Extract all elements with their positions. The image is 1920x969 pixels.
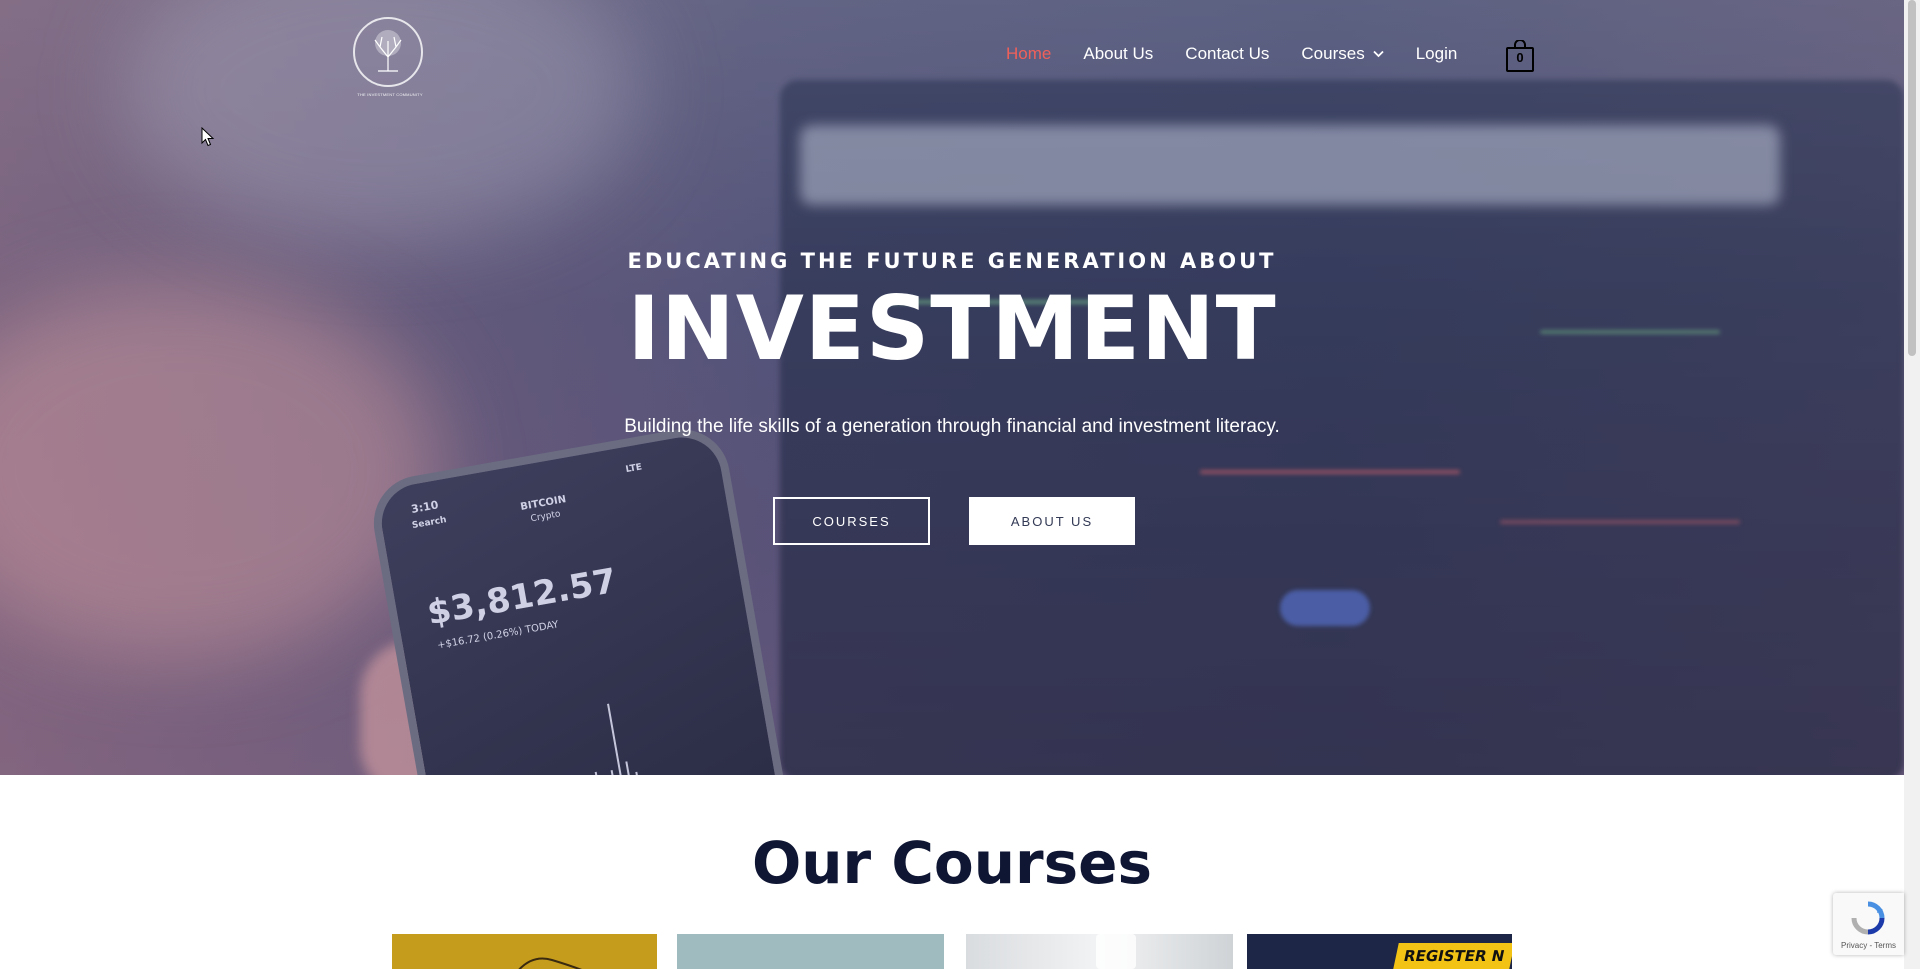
mouse-cursor-icon	[201, 127, 215, 147]
site-logo[interactable]	[353, 17, 423, 87]
nav-home[interactable]: Home	[1006, 44, 1051, 64]
courses-heading: Our Courses	[751, 829, 1153, 897]
phone-time: 3:10	[410, 498, 440, 516]
hero-chart-line	[1200, 470, 1460, 474]
hero-chart-line	[1500, 520, 1740, 524]
hero-phone-image: 3:10 Search LTE BITCOIN Crypto $3,812.57…	[366, 421, 794, 775]
about-us-button[interactable]: ABOUT US	[969, 497, 1135, 545]
recaptcha-links[interactable]: Privacy - Terms	[1833, 941, 1904, 950]
nav-about-us[interactable]: About Us	[1083, 44, 1153, 64]
tree-icon	[374, 30, 402, 72]
course-card-image	[1096, 934, 1136, 969]
hero-title: INVESTMENT	[627, 277, 1277, 380]
phone-back: Search	[411, 515, 448, 532]
page-scrollbar[interactable]	[1904, 0, 1920, 969]
scrollbar-thumb[interactable]	[1908, 0, 1916, 356]
course-card[interactable]	[966, 934, 1233, 969]
courses-button[interactable]: COURSES	[773, 497, 930, 545]
nav-courses[interactable]: Courses	[1301, 44, 1384, 64]
course-card[interactable]: REGISTER N	[1247, 934, 1512, 969]
hero-chart-blob	[1280, 590, 1370, 626]
hero-kicker: EDUCATING THE FUTURE GENERATION ABOUT	[627, 249, 1277, 273]
hero-section: 3:10 Search LTE BITCOIN Crypto $3,812.57…	[0, 0, 1904, 775]
logo-caption: THE INVESTMENT COMMUNITY	[357, 92, 423, 97]
cart-count: 0	[1516, 50, 1524, 65]
course-card-image	[518, 957, 583, 969]
recaptcha-badge[interactable]: Privacy - Terms	[1833, 893, 1904, 955]
phone-network: LTE	[624, 462, 643, 476]
nav-contact-us[interactable]: Contact Us	[1185, 44, 1269, 64]
phone-price: $3,812.57	[424, 560, 620, 634]
chevron-down-icon	[1373, 50, 1384, 58]
cart-button[interactable]: 0	[1506, 39, 1534, 72]
hero-monitor-bar	[800, 125, 1780, 205]
nav-courses-label: Courses	[1301, 44, 1365, 63]
register-now-tag: REGISTER N	[1392, 943, 1512, 969]
course-card[interactable]	[677, 934, 944, 969]
nav-login[interactable]: Login	[1416, 44, 1458, 64]
hero-subtitle: Building the life skills of a generation…	[624, 416, 1280, 437]
recaptcha-icon	[1851, 901, 1885, 935]
main-nav: Home About Us Contact Us Courses Login	[1006, 44, 1489, 64]
phone-price-chart	[594, 703, 643, 775]
phone-coin-sub: Crypto	[529, 509, 562, 525]
course-card[interactable]	[392, 934, 657, 969]
